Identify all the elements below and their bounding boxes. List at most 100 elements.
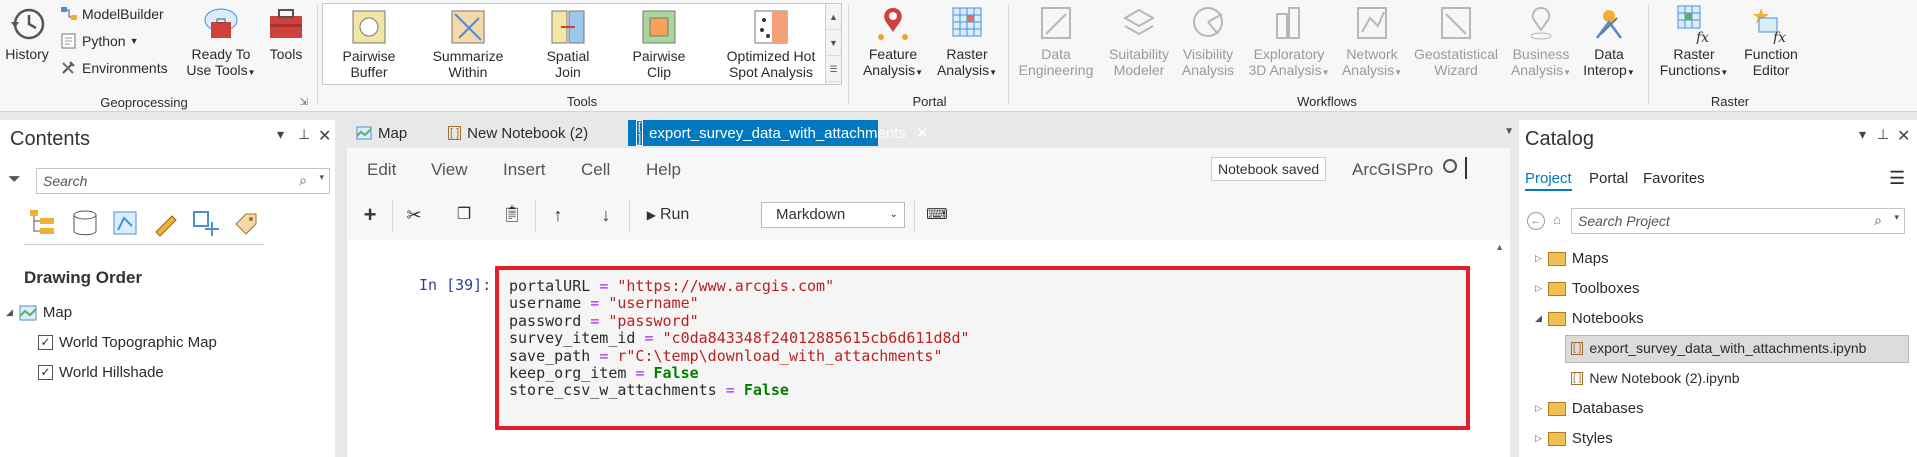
- keyboard-icon[interactable]: ⌨: [923, 202, 951, 228]
- history-button[interactable]: History: [2, 4, 52, 62]
- divider: [1465, 157, 1467, 179]
- contents-search-input[interactable]: Search ⌕ ▾: [36, 168, 330, 194]
- copy-icon[interactable]: ❐: [451, 202, 477, 228]
- pane-menu-icon[interactable]: ▾: [1859, 126, 1866, 143]
- data-engineering-button[interactable]: Data Engineering: [1012, 4, 1100, 78]
- move-up-icon[interactable]: ↑: [545, 202, 571, 228]
- list-by-editing-icon[interactable]: [150, 208, 180, 238]
- visibility-analysis-button[interactable]: Visibility Analysis: [1172, 4, 1244, 78]
- optimized-hot-spot-button[interactable]: Optimized Hot Spot Analysis: [721, 8, 821, 80]
- geostatistical-wizard-button[interactable]: Geostatistical Wizard: [1408, 4, 1504, 78]
- notebook-item-export-survey[interactable]: [ ] export_survey_data_with_attachments.i…: [1571, 340, 1866, 356]
- layer-world-hillshade[interactable]: ✓ World Hillshade: [38, 364, 164, 381]
- menu-edit[interactable]: Edit: [367, 160, 396, 180]
- pairwise-clip-button[interactable]: Pairwise Clip: [619, 8, 699, 80]
- tab-map[interactable]: Map: [348, 120, 415, 146]
- list-by-drawing-order-icon[interactable]: [28, 208, 58, 238]
- catalog-item-styles[interactable]: ▷ Styles: [1535, 430, 1613, 447]
- gallery-scroll[interactable]: ▲ ▼ ☰: [825, 4, 841, 84]
- list-by-snapping-icon[interactable]: [190, 208, 220, 238]
- summarize-within-button[interactable]: Summarize Within: [423, 8, 513, 80]
- menu-cell[interactable]: Cell: [581, 160, 610, 180]
- suitability-modeler-button[interactable]: Suitability Modeler: [1098, 4, 1180, 78]
- filter-icon[interactable]: ⏷: [8, 171, 21, 189]
- scroll-up-icon[interactable]: ▲: [1495, 242, 1504, 252]
- function-editor-button[interactable]: fx Function Editor: [1736, 4, 1806, 78]
- ready-to-use-tools-button[interactable]: Ready To Use Tools▼: [183, 4, 259, 81]
- group-label: Portal: [912, 94, 947, 109]
- raster-functions-button[interactable]: fx Raster Functions▼: [1654, 4, 1734, 81]
- dialog-launcher-icon[interactable]: ⇲: [300, 97, 308, 108]
- contents-pane: Contents ▾ ⊥ ✕ ⏷ Search ⌕ ▾ Drawing Orde…: [0, 120, 335, 457]
- expand-triangle-icon[interactable]: ▷: [1535, 403, 1542, 414]
- business-analysis-button[interactable]: Business Analysis▼: [1506, 4, 1576, 81]
- feature-analysis-button[interactable]: Feature Analysis▼: [858, 4, 928, 81]
- catalog-item-notebooks[interactable]: ◢ Notebooks: [1535, 310, 1644, 327]
- collapse-triangle-icon[interactable]: ◢: [6, 307, 13, 318]
- menu-insert[interactable]: Insert: [503, 160, 546, 180]
- python-button[interactable]: Python ▼: [60, 33, 139, 49]
- move-down-icon[interactable]: ↓: [593, 202, 619, 228]
- kernel-idle-icon: [1443, 159, 1457, 173]
- tabs-overflow-icon[interactable]: ▼: [1504, 126, 1514, 137]
- modelbuilder-button[interactable]: ModelBuilder: [60, 6, 164, 22]
- collapse-triangle-icon[interactable]: ◢: [1535, 313, 1542, 324]
- layer-world-topographic[interactable]: ✓ World Topographic Map: [38, 334, 217, 351]
- back-icon[interactable]: ←: [1527, 212, 1545, 230]
- expand-triangle-icon[interactable]: ▷: [1535, 433, 1542, 444]
- cell-type-select[interactable]: Markdown ⌄: [761, 202, 905, 228]
- pairwise-buffer-button[interactable]: Pairwise Buffer: [329, 8, 409, 80]
- home-icon[interactable]: ⌂: [1553, 212, 1561, 227]
- pane-menu-icon[interactable]: ▾: [277, 126, 284, 143]
- network-analysis-button[interactable]: Network Analysis▼: [1336, 4, 1408, 81]
- exploratory-3d-button[interactable]: Exploratory 3D Analysis▼: [1244, 4, 1334, 81]
- expand-triangle-icon[interactable]: ▷: [1535, 253, 1542, 264]
- close-icon[interactable]: ✕: [318, 126, 331, 146]
- chevron-down-icon: ▼: [915, 68, 924, 77]
- pin-icon[interactable]: ⊥: [1877, 126, 1889, 143]
- paste-icon[interactable]: 📋︎: [499, 202, 525, 228]
- code-cell[interactable]: portalURL = "https://www.arcgis.com" user…: [495, 266, 1470, 430]
- run-button[interactable]: ▶︎ Run: [637, 202, 699, 228]
- chevron-down-icon: ▼: [1563, 68, 1572, 77]
- catalog-tab-project[interactable]: Project: [1525, 170, 1572, 191]
- expand-gallery-icon[interactable]: ☰: [826, 56, 841, 82]
- cut-icon[interactable]: ✂: [401, 202, 427, 228]
- list-by-selection-icon[interactable]: [110, 208, 140, 238]
- list-by-labeling-icon[interactable]: [230, 208, 260, 238]
- svg-text:fx: fx: [1695, 30, 1709, 44]
- tab-export-survey[interactable]: [ ] export_survey_data_with_attachments …: [628, 120, 928, 146]
- spatial-join-button[interactable]: Spatial Join: [533, 8, 603, 80]
- menu-view[interactable]: View: [431, 160, 468, 180]
- catalog-item-toolboxes[interactable]: ▷ Toolboxes: [1535, 280, 1639, 297]
- pin-icon[interactable]: ⊥: [298, 126, 310, 143]
- close-icon[interactable]: ✕: [1897, 126, 1910, 146]
- map-tree-item[interactable]: ◢ Map: [6, 304, 72, 321]
- catalog-search-input[interactable]: Search Project ⌕ ▾: [1571, 208, 1905, 234]
- expand-triangle-icon[interactable]: ▷: [1535, 283, 1542, 294]
- catalog-tab-portal[interactable]: Portal: [1589, 170, 1628, 187]
- notebook-icon: [ ]: [1571, 371, 1584, 385]
- python-icon: [61, 33, 76, 49]
- layer-visibility-checkbox[interactable]: ✓: [38, 335, 53, 350]
- data-interop-button[interactable]: Data Interop▼: [1576, 4, 1642, 81]
- scroll-up-icon[interactable]: ▲: [826, 4, 841, 30]
- notebook-item-new-notebook[interactable]: [ ] New Notebook (2).ipynb: [1571, 370, 1740, 386]
- raster-analysis-button[interactable]: Raster Analysis▼: [932, 4, 1002, 81]
- insert-cell-icon[interactable]: +: [357, 202, 383, 228]
- tools-button[interactable]: Tools: [264, 4, 308, 62]
- separator: [1008, 4, 1009, 104]
- layer-visibility-checkbox[interactable]: ✓: [38, 365, 53, 380]
- catalog-tab-favorites[interactable]: Favorites: [1643, 170, 1705, 187]
- catalog-item-databases[interactable]: ▷ Databases: [1535, 400, 1644, 417]
- scroll-down-icon[interactable]: ▼: [826, 30, 841, 56]
- cell-area: In [39]: portalURL = "https://www.arcgis…: [347, 240, 1510, 457]
- close-tab-icon[interactable]: ✕: [916, 124, 929, 142]
- catalog-item-maps[interactable]: ▷ Maps: [1535, 250, 1609, 267]
- menu-help[interactable]: Help: [646, 160, 681, 180]
- tab-new-notebook[interactable]: [ ] New Notebook (2): [440, 120, 596, 146]
- environments-button[interactable]: Environments: [60, 60, 168, 76]
- list-by-source-icon[interactable]: [70, 208, 100, 238]
- hamburger-menu-icon[interactable]: ☰: [1889, 168, 1905, 189]
- cell-prompt: In [39]:: [419, 276, 492, 294]
